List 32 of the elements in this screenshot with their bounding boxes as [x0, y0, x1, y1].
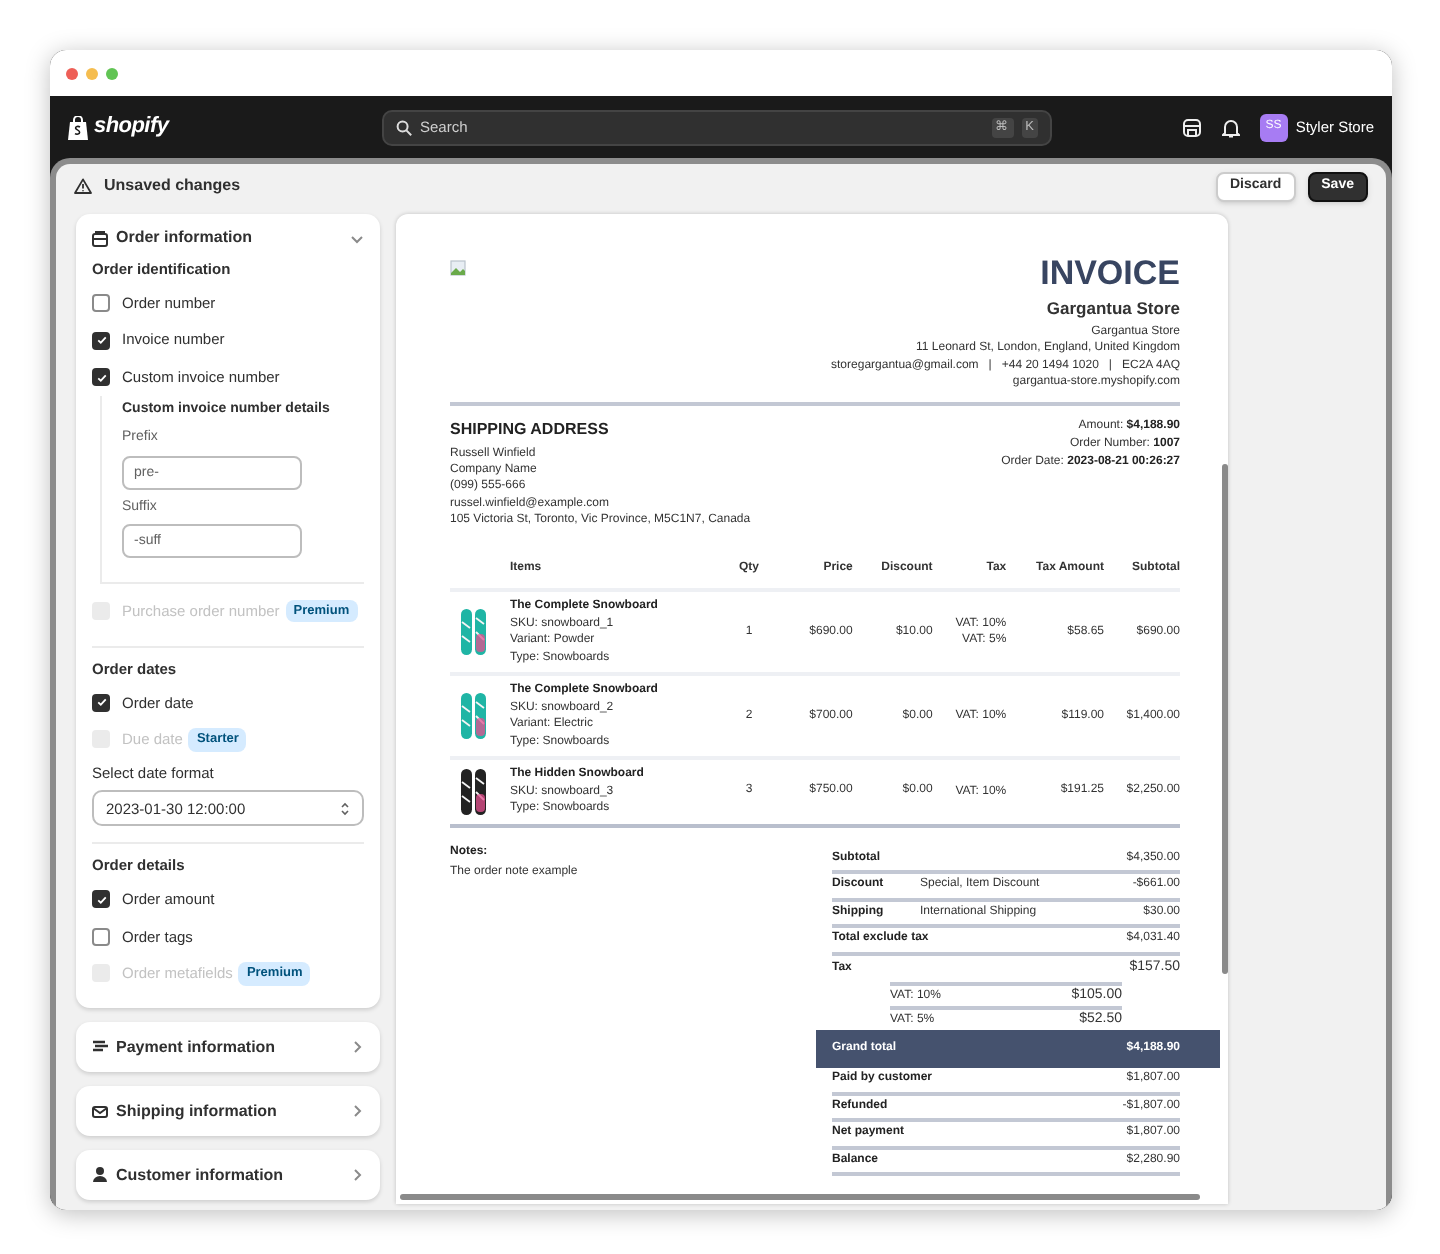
- lines-icon: [92, 1038, 108, 1056]
- chevron-right-icon[interactable]: [350, 1104, 364, 1118]
- person-icon: [92, 1166, 108, 1184]
- shopping-bag-icon: [68, 115, 88, 139]
- horizontal-scrollbar[interactable]: [400, 1194, 1200, 1200]
- section-title[interactable]: Payment information: [116, 1035, 342, 1059]
- chevron-right-icon[interactable]: [350, 1168, 364, 1182]
- unsaved-changes-message: Unsaved changes: [104, 174, 243, 198]
- checkbox[interactable]: [92, 368, 110, 386]
- checkbox[interactable]: [92, 927, 110, 946]
- shipping-heading: SHIPPING ADDRESS: [450, 417, 611, 442]
- broken-image-icon: [450, 260, 466, 276]
- checkbox[interactable]: [92, 890, 110, 909]
- checkbox[interactable]: [92, 331, 110, 349]
- section-title[interactable]: Shipping information: [116, 1099, 342, 1123]
- search-icon: [396, 119, 412, 135]
- checkbox[interactable]: [92, 294, 110, 312]
- warning-icon: [74, 178, 92, 194]
- vertical-scrollbar[interactable]: [1222, 464, 1228, 974]
- bell-icon[interactable]: [1221, 117, 1240, 137]
- clipboard-icon: [92, 229, 108, 247]
- storefront-icon[interactable]: [1181, 117, 1202, 137]
- envelope-icon: [92, 1102, 108, 1120]
- checkbox[interactable]: [92, 693, 110, 712]
- store-name: Gargantua Store: [1046, 296, 1180, 322]
- logo-text: shopify: [94, 112, 169, 143]
- section-title[interactable]: Customer information: [116, 1163, 342, 1187]
- invoice-title: INVOICE: [1040, 256, 1180, 292]
- chevron-right-icon[interactable]: [350, 1040, 364, 1054]
- up-down-caret-icon: [340, 801, 350, 816]
- chevron-down-icon[interactable]: [350, 231, 364, 245]
- section-title[interactable]: Order information: [116, 226, 342, 250]
